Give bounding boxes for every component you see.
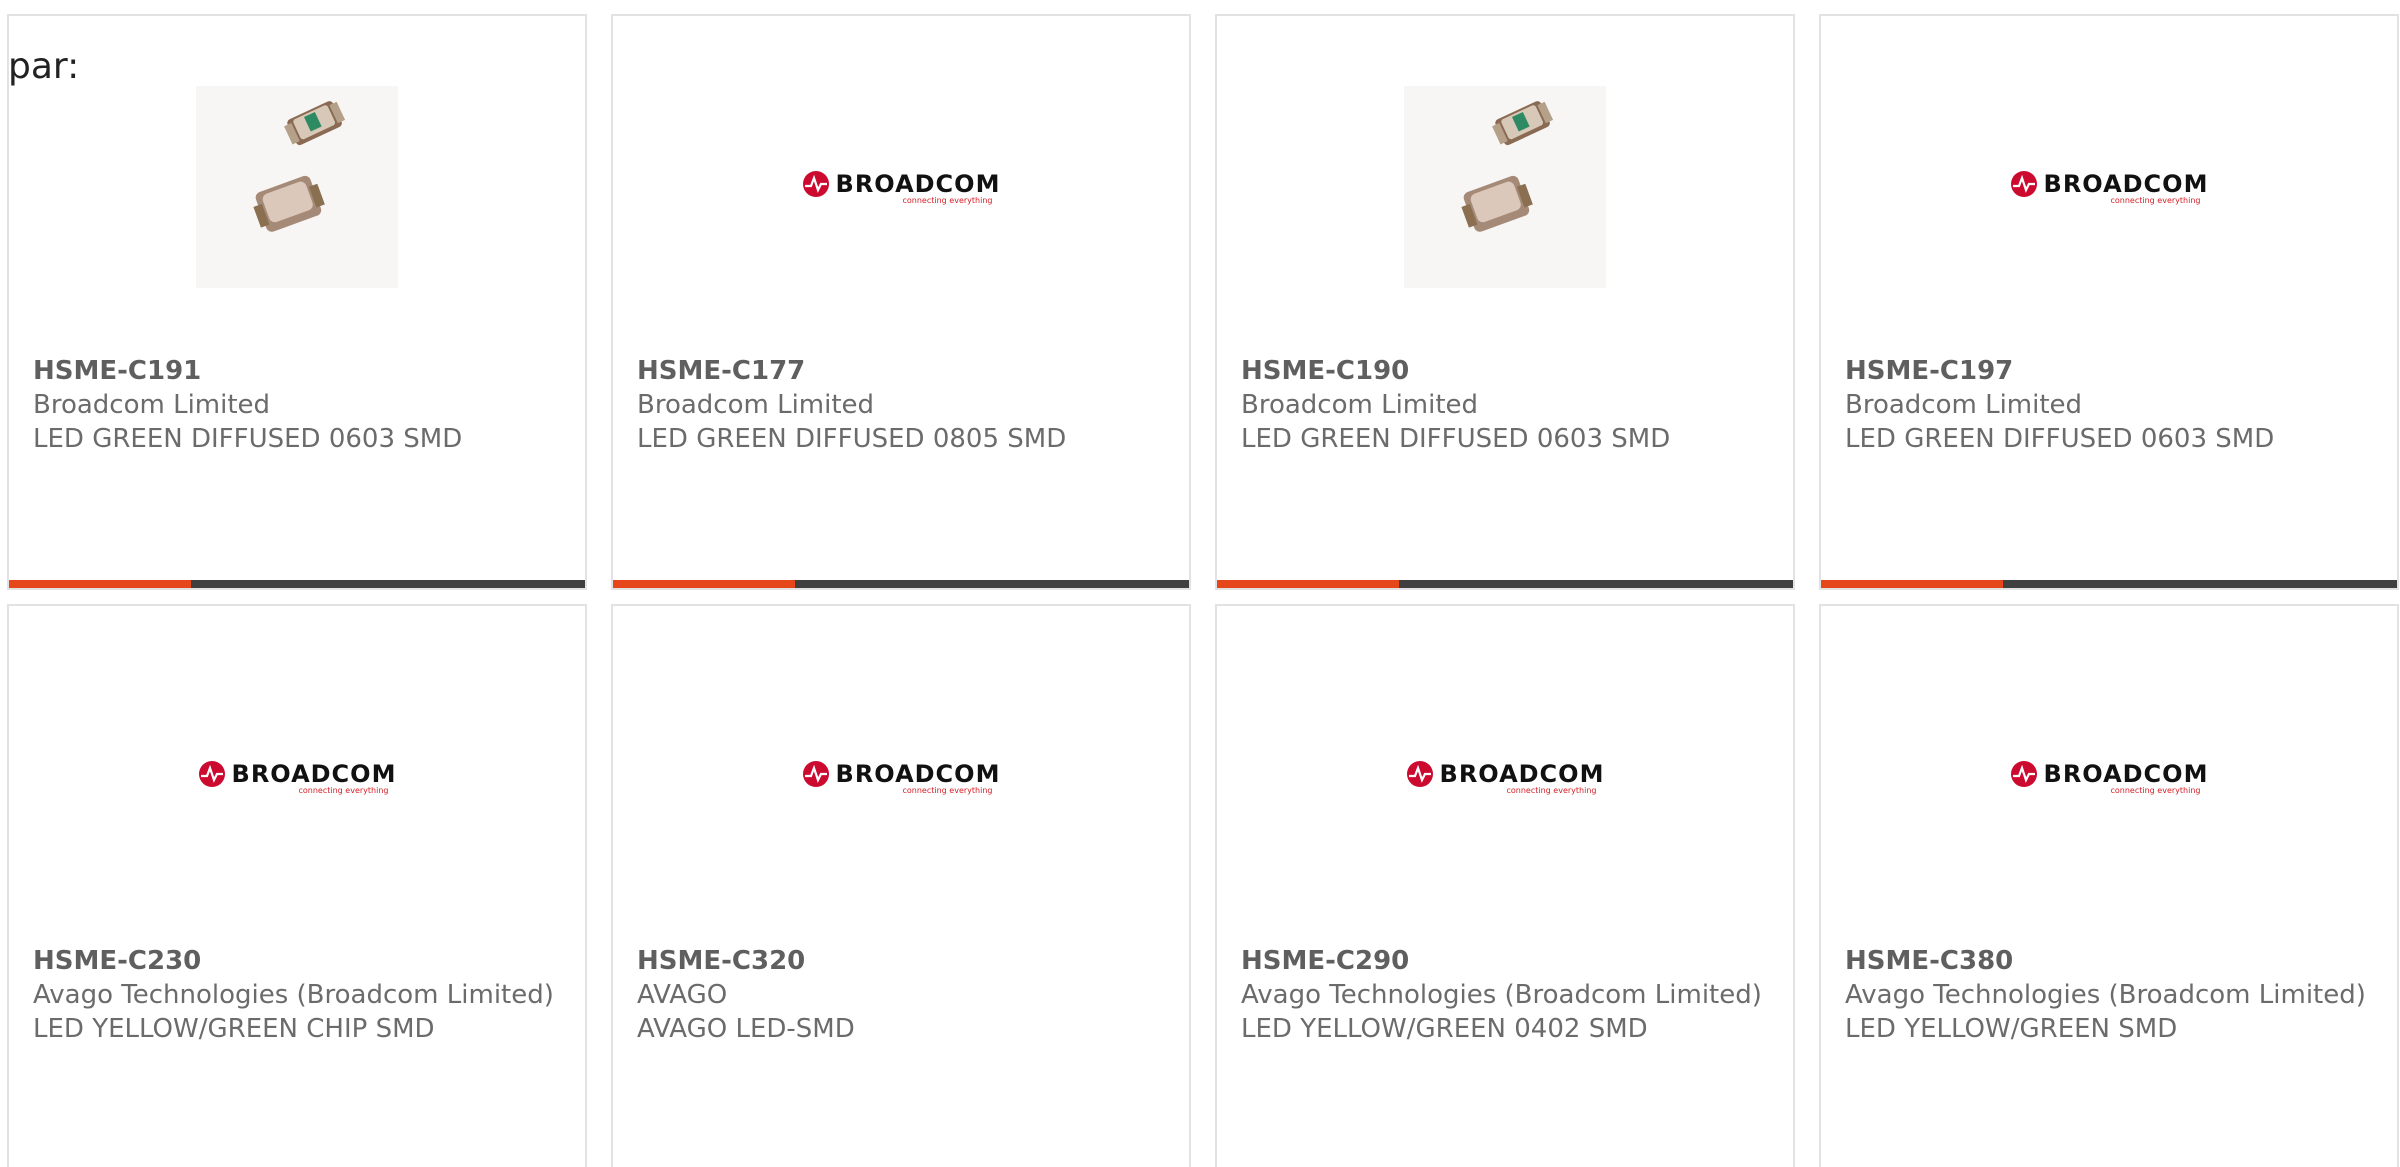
description: LED YELLOW/GREEN CHIP SMD xyxy=(33,1014,435,1044)
part-number[interactable]: HSME-C320 xyxy=(637,944,1165,978)
broadcom-logo-icon xyxy=(802,170,829,197)
product-info: HSME-C197 Broadcom Limited LED GREEN DIF… xyxy=(1845,354,2373,456)
product-info: HSME-C230 Avago Technologies (Broadcom L… xyxy=(33,944,561,1046)
product-card[interactable]: BROADCOM connecting everything HSME-C230… xyxy=(7,604,587,1167)
card-accent-bar xyxy=(9,580,585,588)
broadcom-logo-icon xyxy=(2010,170,2037,197)
broadcom-logo-icon xyxy=(198,760,225,787)
product-image[interactable]: BROADCOM connecting everything xyxy=(800,676,1002,878)
product-info: HSME-C320 AVAGO AVAGO LED-SMD xyxy=(637,944,1165,1046)
manufacturer: Avago Technologies (Broadcom Limited) xyxy=(1845,980,2366,1010)
part-number[interactable]: HSME-C191 xyxy=(33,354,561,388)
product-image[interactable]: BROADCOM connecting everything xyxy=(2008,676,2210,878)
product-card[interactable]: BROADCOM connecting everything HSME-C197… xyxy=(1819,14,2399,590)
broadcom-logo-icon xyxy=(1406,760,1433,787)
product-info: HSME-C190 Broadcom Limited LED GREEN DIF… xyxy=(1241,354,1769,456)
manufacturer: Avago Technologies (Broadcom Limited) xyxy=(1241,980,1762,1010)
card-accent-bar xyxy=(613,580,1189,588)
broadcom-logo: BROADCOM connecting everything xyxy=(1406,760,1605,795)
product-grid: HSME-C191 Broadcom Limited LED GREEN DIF… xyxy=(7,14,2399,1167)
product-info: HSME-C177 Broadcom Limited LED GREEN DIF… xyxy=(637,354,1165,456)
section-label: par: xyxy=(8,46,80,87)
product-card[interactable]: BROADCOM connecting everything HSME-C320… xyxy=(611,604,1191,1167)
part-number[interactable]: HSME-C230 xyxy=(33,944,561,978)
description: LED GREEN DIFFUSED 0603 SMD xyxy=(33,424,463,454)
product-image[interactable]: BROADCOM connecting everything xyxy=(800,86,1002,288)
product-card[interactable]: BROADCOM connecting everything HSME-C177… xyxy=(611,14,1191,590)
product-card[interactable]: HSME-C190 Broadcom Limited LED GREEN DIF… xyxy=(1215,14,1795,590)
card-accent-bar xyxy=(1821,580,2397,588)
product-card[interactable]: BROADCOM connecting everything HSME-C290… xyxy=(1215,604,1795,1167)
description: LED YELLOW/GREEN SMD xyxy=(1845,1014,2178,1044)
product-image[interactable]: BROADCOM connecting everything xyxy=(196,676,398,878)
product-card[interactable]: BROADCOM connecting everything HSME-C380… xyxy=(1819,604,2399,1167)
product-card[interactable]: HSME-C191 Broadcom Limited LED GREEN DIF… xyxy=(7,14,587,590)
led-chip-photo-icon xyxy=(253,101,346,232)
part-number[interactable]: HSME-C177 xyxy=(637,354,1165,388)
broadcom-logo: BROADCOM connecting everything xyxy=(198,760,397,795)
broadcom-logo: BROADCOM connecting everything xyxy=(802,760,1001,795)
description: LED GREEN DIFFUSED 0603 SMD xyxy=(1845,424,2275,454)
product-image[interactable] xyxy=(196,86,398,288)
description: AVAGO LED-SMD xyxy=(637,1014,855,1044)
description: LED YELLOW/GREEN 0402 SMD xyxy=(1241,1014,1648,1044)
description: LED GREEN DIFFUSED 0805 SMD xyxy=(637,424,1067,454)
product-info: HSME-C290 Avago Technologies (Broadcom L… xyxy=(1241,944,1769,1046)
broadcom-logo: BROADCOM connecting everything xyxy=(2010,170,2209,205)
broadcom-logo-icon xyxy=(2010,760,2037,787)
product-image[interactable] xyxy=(1404,86,1606,288)
broadcom-logo: BROADCOM connecting everything xyxy=(2010,760,2209,795)
part-number[interactable]: HSME-C380 xyxy=(1845,944,2373,978)
part-number[interactable]: HSME-C190 xyxy=(1241,354,1769,388)
product-info: HSME-C191 Broadcom Limited LED GREEN DIF… xyxy=(33,354,561,456)
manufacturer: Broadcom Limited xyxy=(1845,390,2083,420)
part-number[interactable]: HSME-C290 xyxy=(1241,944,1769,978)
product-image[interactable]: BROADCOM connecting everything xyxy=(2008,86,2210,288)
manufacturer: Broadcom Limited xyxy=(637,390,875,420)
product-info: HSME-C380 Avago Technologies (Broadcom L… xyxy=(1845,944,2373,1046)
manufacturer: AVAGO xyxy=(637,980,728,1010)
part-number[interactable]: HSME-C197 xyxy=(1845,354,2373,388)
card-accent-bar xyxy=(1217,580,1793,588)
led-chip-photo-icon xyxy=(1461,101,1554,232)
broadcom-logo-icon xyxy=(802,760,829,787)
broadcom-logo: BROADCOM connecting everything xyxy=(802,170,1001,205)
description: LED GREEN DIFFUSED 0603 SMD xyxy=(1241,424,1671,454)
manufacturer: Broadcom Limited xyxy=(33,390,271,420)
product-image[interactable]: BROADCOM connecting everything xyxy=(1404,676,1606,878)
product-results-page: par: HSME-C191 Broadcom Limited LED GREE… xyxy=(0,0,2400,1167)
manufacturer: Avago Technologies (Broadcom Limited) xyxy=(33,980,554,1010)
manufacturer: Broadcom Limited xyxy=(1241,390,1479,420)
